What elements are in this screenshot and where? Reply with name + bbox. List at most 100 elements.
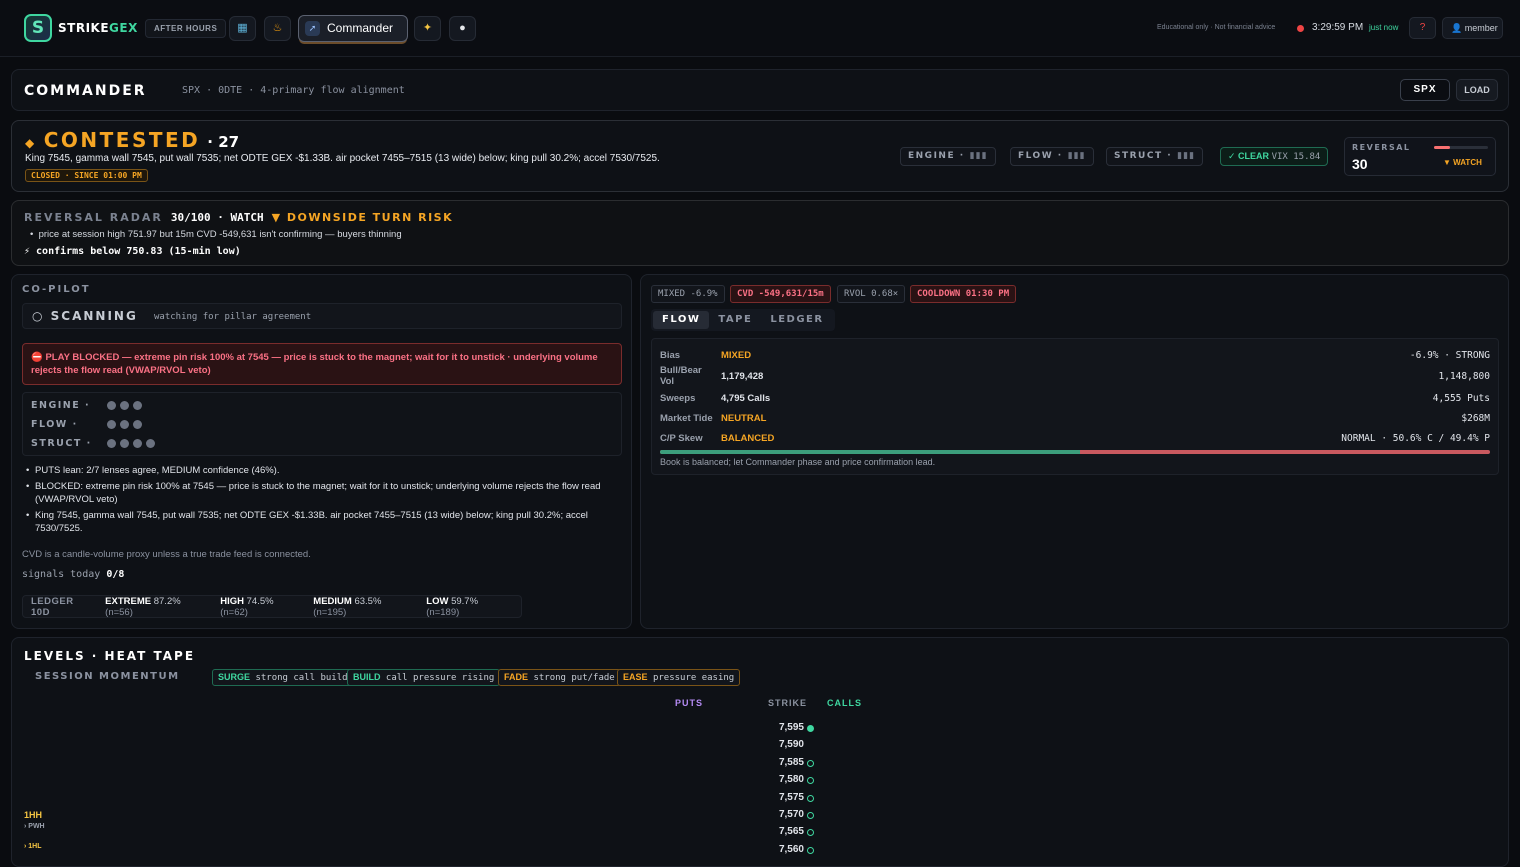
strike-header: STRIKE (768, 698, 808, 708)
pillar-engine: ENGINE · (31, 400, 146, 411)
pillar-dot-icon (133, 401, 142, 410)
radar-score: 30/100 · WATCH (170, 211, 264, 224)
calls-header: CALLS (827, 698, 862, 708)
pillar-dot-icon (120, 420, 129, 429)
chat-icon[interactable]: ● (449, 16, 476, 41)
reversal-value: 30 (1352, 156, 1368, 172)
ledger-summary: LEDGER 10D EXTREME 87.2% (n=56) HIGH 74.… (22, 595, 522, 618)
signals-today: signals today 0/8 (22, 569, 125, 580)
pillar-dot-icon (107, 439, 116, 448)
skew-note: Book is balanced; let Commander phase an… (660, 457, 936, 467)
tab-commander[interactable]: ➚ Commander (298, 15, 408, 42)
reversal-label: REVERSAL (1352, 143, 1411, 152)
diamond-icon: ◆ (25, 136, 37, 150)
ledger-low: LOW 59.7% (n=189) (426, 595, 479, 618)
radar-header: REVERSAL RADAR 30/100 · WATCH ▼ DOWNSIDE… (24, 211, 453, 224)
strike-row[interactable]: 7,585 (752, 757, 814, 771)
strike-marker-icon (807, 759, 814, 767)
rvol-chip: RVOL 0.68× (837, 285, 906, 303)
levels-panel: LEVELS · HEAT TAPE SESSION MOMENTUM SURG… (11, 637, 1509, 867)
user-icon: 👤 (1451, 23, 1463, 33)
pillar-struct: STRUCT · (31, 438, 159, 449)
cooldown-chip: COOLDOWN 01:30 PM (910, 285, 1017, 303)
strike-marker-icon (807, 777, 814, 785)
pillar-dot-icon (107, 420, 116, 429)
sparkle-icon[interactable]: ✦ (414, 16, 441, 41)
scan-title: ○ SCANNING (32, 309, 138, 323)
pillar-dot-icon (133, 439, 142, 448)
strike-marker-icon (807, 725, 814, 732)
vix-clear-pill: ✓ CLEAR VIX 15.84 (1220, 147, 1329, 166)
level-label-1hh: 1HH (24, 810, 43, 820)
strike-value: 7,570 (778, 809, 804, 820)
symbol-button[interactable]: SPX (1400, 79, 1450, 101)
momentum-surge: SURGE strong call build (212, 669, 354, 686)
strike-value: 7,565 (778, 826, 804, 838)
fire-icon[interactable]: ♨ (264, 16, 291, 41)
tab-flow[interactable]: FLOW (653, 311, 710, 329)
pillar-dot-icon (120, 401, 129, 410)
status-badge: CLOSED · SINCE 01:00 PM (25, 169, 148, 182)
app-logo[interactable]: S STRIKEGEX (24, 14, 138, 42)
reversal-radar: REVERSAL RADAR 30/100 · WATCH ▼ DOWNSIDE… (11, 200, 1509, 266)
tab-ledger[interactable]: LEDGER (761, 311, 832, 329)
commander-icon: ➚ (305, 21, 320, 36)
strike-value: 7,580 (778, 774, 804, 786)
strike-row[interactable]: 7,580 (752, 774, 814, 788)
strike-marker-icon (807, 829, 814, 837)
strike-row[interactable]: 7,560 (752, 844, 814, 858)
strike-row[interactable]: 7,570 (752, 809, 814, 823)
strike-marker-icon (807, 846, 814, 854)
strike-row[interactable]: 7,575 (752, 792, 814, 806)
skew-bar-calls (660, 450, 1080, 454)
strike-row[interactable]: 7,565 (752, 826, 814, 840)
phase-title: ◆ CONTESTED · 27 (25, 128, 239, 152)
list-item: PUTS lean: 2/7 lenses agree, MEDIUM conf… (24, 464, 614, 478)
list-item: King 7545, gamma wall 7545, put wall 753… (24, 509, 614, 536)
logo-text: STRIKEGEX (58, 21, 138, 35)
radar-bullet: • price at session high 751.97 but 15m C… (30, 229, 402, 240)
flow-panel: MIXED -6.9% CVD -549,631/15m RVOL 0.68× … (640, 274, 1509, 629)
strike-row[interactable]: 7,590 (752, 739, 812, 753)
list-item: BLOCKED: extreme pin risk 100% at 7545 —… (24, 480, 614, 507)
live-dot-icon (1297, 25, 1304, 32)
member-button[interactable]: 👤 member (1442, 17, 1503, 39)
phase-score: · 27 (207, 133, 240, 151)
strike-row[interactable]: 7,595 (752, 722, 814, 736)
clock: 3:29:59 PM (1312, 22, 1364, 33)
commander-header: COMMANDER SPX · 0DTE · 4-primary flow al… (11, 69, 1509, 111)
tab-tape[interactable]: TAPE (709, 311, 761, 329)
phase-panel: ◆ CONTESTED · 27 King 7545, gamma wall 7… (11, 120, 1509, 192)
copilot-bullets: PUTS lean: 2/7 lenses agree, MEDIUM conf… (24, 464, 614, 538)
level-label-pwh: › PWH (24, 823, 45, 830)
flow-tabs: FLOW TAPE LEDGER (651, 309, 835, 331)
phase-description: King 7545, gamma wall 7545, put wall 753… (25, 153, 660, 164)
help-button[interactable]: ? (1409, 17, 1436, 39)
ledger-medium: MEDIUM 63.5% (n=195) (313, 595, 382, 618)
scan-status: ○ SCANNING watching for pillar agreement (22, 303, 622, 329)
ledger-high: HIGH 74.5% (n=62) (220, 595, 274, 618)
load-button[interactable]: LOAD (1456, 79, 1498, 101)
strike-marker-icon (807, 812, 814, 819)
after-hours-badge: AFTER HOURS (145, 19, 227, 38)
radar-risk: ▼ DOWNSIDE TURN RISK (271, 211, 454, 224)
momentum-ease: EASE pressure easing (617, 669, 741, 686)
dashboard-icon[interactable]: ▦ (229, 16, 256, 41)
pillar-flow: FLOW · (31, 419, 146, 430)
puts-header: PUTS (675, 698, 704, 708)
strike-value: 7,590 (778, 739, 804, 751)
strike-value: 7,595 (778, 722, 804, 733)
cvd-chip: CVD -549,631/15m (730, 285, 831, 303)
copilot-panel: CO-PILOT ○ SCANNING watching for pillar … (11, 274, 632, 629)
pillar-dot-icon (107, 401, 116, 410)
logo-mark: S (24, 14, 52, 42)
updated-status: just now (1369, 23, 1399, 32)
reversal-bar-fill (1434, 146, 1451, 149)
skew-bar (660, 450, 1490, 454)
momentum-fade: FADE strong put/fade (498, 669, 621, 686)
struct-pill: STRUCT · ▮▮▮ (1106, 147, 1204, 166)
level-label-1hl: › 1HL (24, 843, 42, 850)
reversal-bar (1434, 146, 1488, 149)
reversal-box: REVERSAL 30 ▼ WATCH (1344, 137, 1496, 176)
pillar-dots: ENGINE · FLOW · STRUCT · (22, 392, 622, 456)
